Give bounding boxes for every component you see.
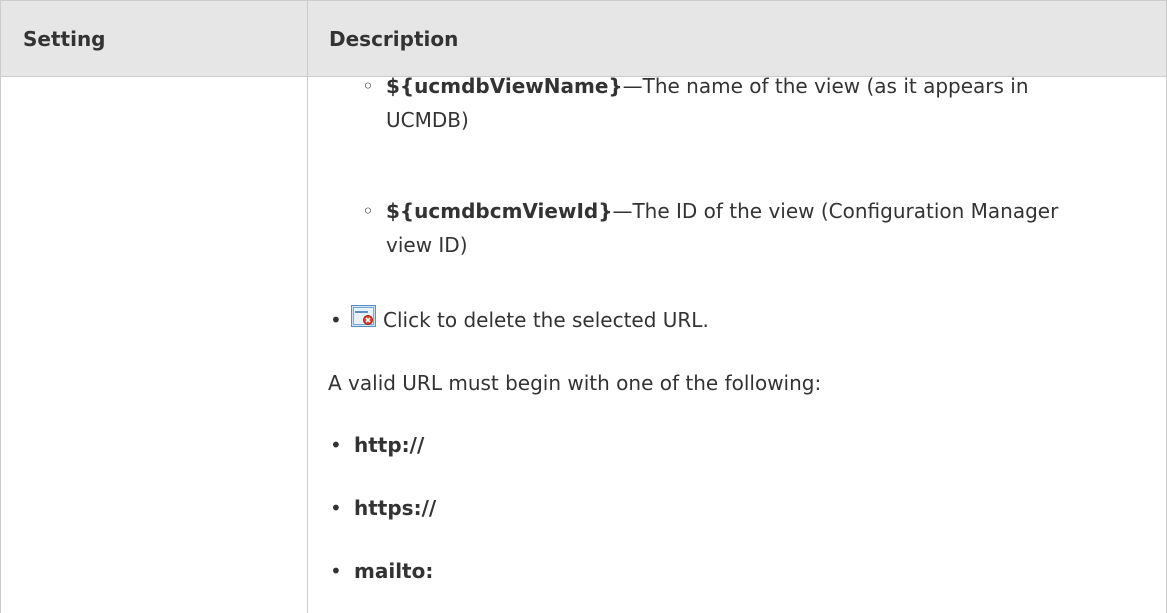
sub-item-text-cont: UCMDB) [386, 108, 469, 132]
sub-item-text: The name of the view (as it appears in [642, 74, 1029, 98]
table-left-border [0, 0, 1, 613]
column-header-description: Description [329, 27, 459, 51]
delete-url-text: Click to delete the selected URL. [383, 308, 709, 332]
bullet-icon: • [330, 308, 342, 332]
url-prefix-https: https:// [354, 496, 437, 520]
sub-item-text-cont: view ID) [386, 233, 468, 257]
table-header-row: Setting Description [0, 0, 1167, 77]
sub-item-view-name-cont: UCMDB) [386, 102, 1116, 138]
sub-item-code: ${ucmdbViewName} [386, 74, 623, 98]
bullet-icon: • [330, 496, 342, 520]
sub-item-text: The ID of the view (Configuration Manage… [632, 199, 1059, 223]
sub-item-dash: — [622, 74, 643, 98]
bullet-icon: • [330, 433, 342, 457]
column-header-setting: Setting [23, 27, 106, 51]
sub-bullet-icon: ◦ [362, 199, 374, 223]
settings-table: Setting Description ◦ ${ucmdbViewName}—T… [0, 0, 1167, 613]
sub-item-cm-view-id-cont: view ID) [386, 227, 1116, 263]
sub-item-cm-view-id: ${ucmdbcmViewId}—The ID of the view (Con… [386, 193, 1116, 229]
valid-url-intro: A valid URL must begin with one of the f… [328, 371, 822, 395]
delete-url-icon[interactable] [351, 305, 376, 327]
column-divider [307, 0, 308, 613]
sub-bullet-icon: ◦ [362, 74, 374, 98]
sub-item-view-name: ${ucmdbViewName}—The name of the view (a… [386, 68, 1116, 104]
url-prefix-mailto: mailto: [354, 559, 434, 583]
sub-item-code: ${ucmdbcmViewId} [386, 199, 613, 223]
url-prefix-http: http:// [354, 433, 425, 457]
bullet-icon: • [330, 559, 342, 583]
sub-item-dash: — [612, 199, 633, 223]
